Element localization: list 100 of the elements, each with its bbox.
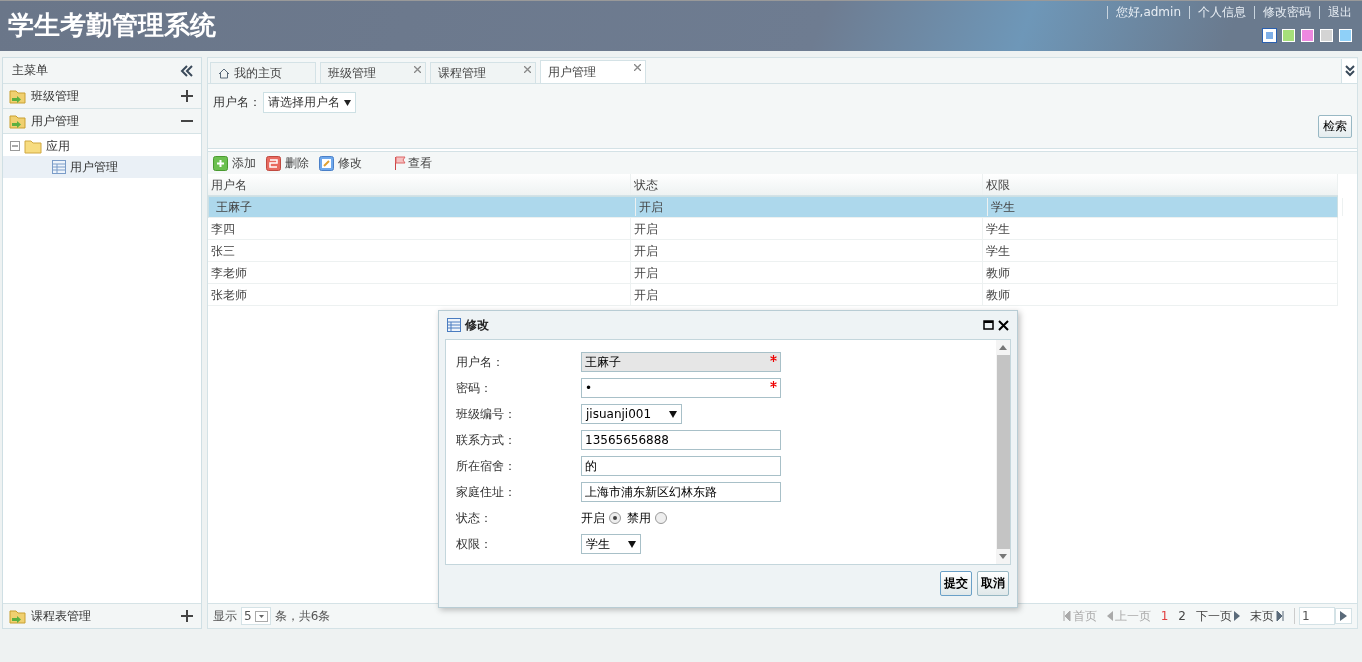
header-link[interactable]: 修改密码: [1254, 6, 1311, 19]
collapse-icon[interactable]: [180, 64, 194, 77]
tab[interactable]: 我的主页: [210, 62, 316, 83]
theme-swatch[interactable]: [1301, 29, 1314, 42]
plus-icon[interactable]: [181, 90, 193, 102]
delete-icon: [266, 155, 281, 171]
next-page-link[interactable]: 下一页: [1196, 607, 1240, 625]
collapse-box-icon[interactable]: [10, 141, 20, 151]
edit-icon: [319, 155, 334, 171]
close-icon[interactable]: [998, 319, 1009, 331]
field-label: 密码：: [456, 379, 493, 397]
table-row[interactable]: 张三 开启 学生: [208, 240, 1338, 262]
table-cell: 张老师: [208, 284, 631, 305]
accordion-header[interactable]: 用户管理: [3, 109, 201, 134]
scroll-up-icon[interactable]: [999, 345, 1007, 350]
scroll-down-icon[interactable]: [999, 554, 1007, 559]
column-header[interactable]: 权限: [983, 174, 1338, 195]
input-field[interactable]: 13565656888: [581, 430, 781, 450]
table-cell: 开启: [631, 262, 983, 283]
plus-icon[interactable]: [181, 610, 193, 622]
right-triangle-icon: [1234, 611, 1240, 621]
table-cell: 学生: [988, 198, 1343, 216]
theme-swatch[interactable]: [1263, 29, 1276, 42]
field-label: 状态：: [456, 509, 493, 527]
table-row[interactable]: 张老师 开启 教师: [208, 284, 1338, 306]
right-triangle-icon: [1340, 611, 1347, 621]
required-icon: [770, 355, 777, 362]
dropdown-arrow-icon: [343, 100, 351, 106]
input-field[interactable]: 王麻子: [581, 352, 781, 372]
user-select[interactable]: 请选择用户名: [263, 92, 356, 113]
table-cell: 开启: [631, 218, 983, 239]
input-field[interactable]: •: [581, 378, 781, 398]
last-page-link[interactable]: 末页: [1250, 607, 1284, 625]
field-label: 联系方式：: [456, 431, 517, 449]
header-link[interactable]: 退出: [1319, 6, 1352, 19]
input-field[interactable]: 上海市浦东新区幻林东路: [581, 482, 781, 502]
field-label: 用户名：: [456, 353, 505, 371]
pager-summary: 条，共6条: [274, 607, 331, 625]
table-cell: 王麻子: [213, 198, 636, 216]
left-triangle-icon: [1106, 611, 1113, 621]
page-size-select[interactable]: 5: [241, 607, 271, 625]
go-button[interactable]: [1335, 608, 1352, 624]
app-title: 学生考勤管理系统: [7, 9, 216, 42]
table-cell: 教师: [983, 284, 1338, 305]
tab[interactable]: 用户管理: [540, 60, 646, 83]
table-row[interactable]: 李四 开启 学生: [208, 218, 1338, 240]
table-cell: 开启: [631, 240, 983, 261]
table-cell: 李老师: [208, 262, 631, 283]
menu-title: 主菜单: [12, 62, 48, 79]
dialog-button[interactable]: 取消: [977, 570, 1009, 596]
table-cell: 开启: [636, 198, 988, 216]
toolbar-button[interactable]: 修改: [319, 154, 362, 172]
radio-button[interactable]: [655, 512, 667, 524]
table-cell: 开启: [631, 284, 983, 305]
tab[interactable]: 课程管理: [430, 62, 536, 83]
page-number[interactable]: 2: [1178, 609, 1186, 623]
pager-label: 显示: [213, 607, 237, 625]
accordion-header[interactable]: 班级管理: [3, 84, 201, 109]
field-label: 家庭住址：: [456, 483, 517, 501]
table-row[interactable]: 李老师 开启 教师: [208, 262, 1338, 284]
table-cell: 学生: [983, 240, 1338, 261]
theme-swatch[interactable]: [1320, 29, 1333, 42]
search-button[interactable]: 检索: [1318, 115, 1352, 138]
input-field[interactable]: 的: [581, 456, 781, 476]
accordion-header[interactable]: 课程表管理: [3, 603, 201, 628]
dropdown-arrow-icon: [628, 540, 636, 548]
tab-scroll-button[interactable]: [1341, 59, 1357, 83]
theme-swatch[interactable]: [1339, 29, 1352, 42]
header-link[interactable]: 个人信息: [1189, 6, 1246, 19]
first-page-icon: [1062, 611, 1071, 621]
dialog-button[interactable]: 提交: [940, 570, 972, 596]
tree-node[interactable]: 应用: [3, 136, 201, 156]
toolbar-button[interactable]: 删除: [266, 154, 309, 172]
scrollbar[interactable]: [996, 340, 1010, 564]
theme-swatch[interactable]: [1282, 29, 1295, 42]
folder-icon: [9, 88, 27, 104]
last-page-icon: [1276, 611, 1284, 621]
page-input[interactable]: 1: [1299, 607, 1335, 625]
table-cell: 李四: [208, 218, 631, 239]
radio-button[interactable]: [609, 512, 621, 524]
field-label: 班级编号：: [456, 405, 517, 423]
radio-option[interactable]: 开启: [581, 509, 621, 527]
dropdown[interactable]: 学生: [581, 534, 641, 554]
dropdown[interactable]: jisuanji001: [581, 404, 683, 424]
column-header[interactable]: 状态: [631, 174, 983, 195]
flag-icon: [394, 156, 407, 170]
table-icon: [52, 160, 66, 174]
folder-icon: [9, 113, 27, 129]
page-number[interactable]: 1: [1160, 609, 1169, 623]
maximize-icon[interactable]: [983, 320, 994, 330]
toolbar-button[interactable]: 查看: [394, 154, 432, 172]
tree-leaf[interactable]: 用户管理: [3, 156, 201, 178]
tab[interactable]: 班级管理: [320, 62, 426, 83]
field-label: 所在宿舍：: [456, 457, 517, 475]
radio-option[interactable]: 禁用: [627, 509, 667, 527]
toolbar-button[interactable]: 添加: [213, 154, 256, 172]
folder-icon: [9, 608, 27, 624]
field-label: 用户名：: [213, 94, 261, 111]
column-header[interactable]: 用户名: [208, 174, 631, 195]
table-cell: 张三: [208, 240, 631, 261]
